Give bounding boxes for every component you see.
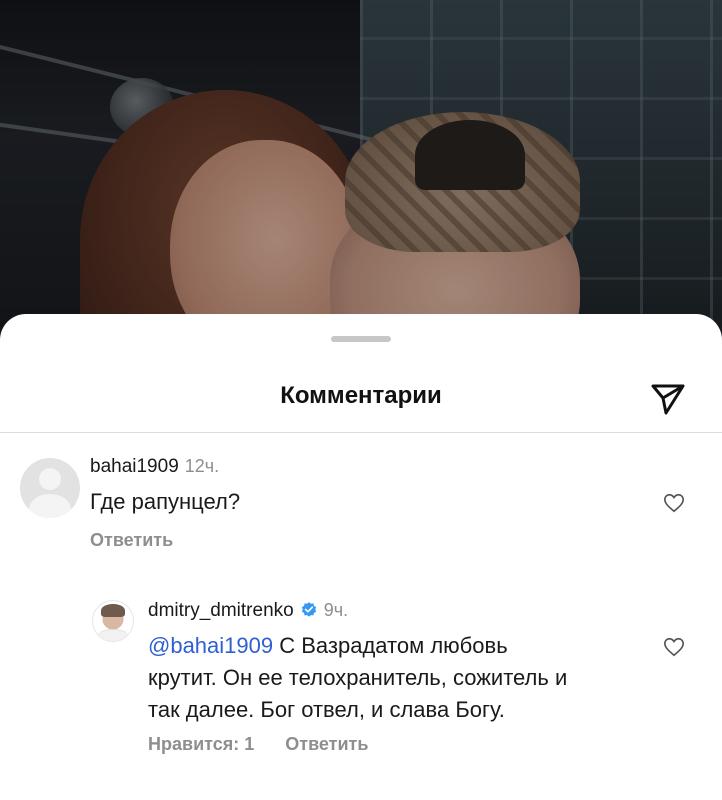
sheet-drag-handle[interactable] bbox=[331, 336, 391, 342]
like-button[interactable] bbox=[663, 636, 685, 658]
avatar[interactable] bbox=[92, 600, 134, 642]
likes-count[interactable]: Нравится: 1 bbox=[148, 734, 254, 754]
photo-dim-overlay bbox=[0, 0, 722, 340]
share-button[interactable] bbox=[648, 378, 688, 418]
avatar[interactable] bbox=[20, 458, 80, 518]
comment-mention[interactable]: @bahai1909 bbox=[148, 633, 273, 658]
comment-text: Где рапунцел? bbox=[90, 489, 241, 514]
comment-text-line-1: С Вазрадатом любовь bbox=[273, 633, 508, 658]
like-button[interactable] bbox=[663, 492, 685, 514]
header-divider bbox=[0, 432, 722, 433]
heart-outline-icon bbox=[664, 637, 684, 657]
paper-plane-icon bbox=[651, 384, 685, 415]
comments-sheet: Комментарии bahai1909 12ч. Где рапунцел? … bbox=[0, 314, 722, 800]
avatar-shirt-shape bbox=[98, 629, 128, 641]
sheet-title: Комментарии bbox=[280, 382, 442, 409]
comment-time: 12ч. bbox=[184, 456, 220, 476]
avatar-cap-shape bbox=[101, 604, 125, 617]
background-photo bbox=[0, 0, 722, 340]
comment-time: 9ч. bbox=[323, 600, 349, 620]
reply-button[interactable]: Ответить bbox=[285, 734, 368, 754]
reply-button[interactable]: Ответить bbox=[90, 530, 173, 550]
comment-text-line-2: крутит. Он ее телохранитель, сожитель и bbox=[148, 665, 568, 690]
comment-text: @bahai1909 С Вазрадатом любовь крутит. О… bbox=[148, 630, 668, 726]
comment-username[interactable]: dmitry_dmitrenko bbox=[148, 600, 294, 621]
comment-text-line-3: так далее. Бог отвел, и слава Богу. bbox=[148, 697, 505, 722]
heart-outline-icon bbox=[664, 493, 684, 513]
comment-username[interactable]: bahai1909 bbox=[90, 456, 179, 477]
avatar-body-shape bbox=[29, 494, 71, 518]
avatar-head-shape bbox=[39, 468, 61, 490]
verified-badge-icon bbox=[301, 602, 316, 617]
